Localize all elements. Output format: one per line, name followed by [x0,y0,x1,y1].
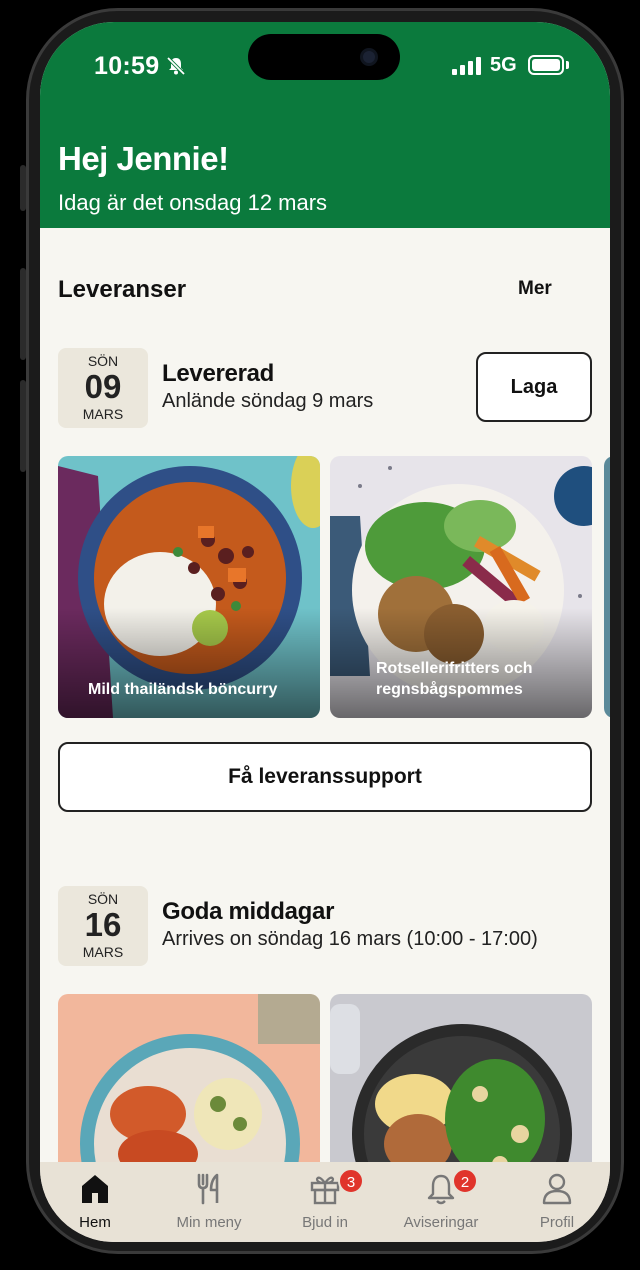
app-header: 10:59 5G Hej Jennie! Idag är det onsdag … [40,22,610,228]
dynamic-island [248,34,400,80]
today-date: Idag är det onsdag 12 mars [58,190,328,215]
meal-card-peek[interactable] [604,456,610,718]
meal-card[interactable] [330,994,592,1162]
meal-card[interactable]: Rotsellerifritters och regnsbågspommes [330,456,592,718]
tab-profile[interactable]: Profil [502,1162,610,1242]
status-time: 10:59 [94,52,160,80]
meal-image [58,994,320,1162]
cutlery-icon [197,1173,219,1205]
tab-home[interactable]: Hem [40,1162,150,1242]
gift-icon [310,1176,340,1205]
delivery-status: Levererad [162,360,275,387]
bottom-tab-bar: Hem Min meny 3 Bjud in 2 Aviseringar Pro… [40,1162,610,1242]
meal-title: Rotsellerifritters och regnsbågspommes [376,660,533,698]
meal-image [330,994,592,1162]
delivery-status: Goda middagar [162,898,335,925]
tab-invite[interactable]: 3 Bjud in [270,1162,380,1242]
home-icon [82,1175,108,1203]
signal-icon [452,57,481,75]
delivery-date-badge: SÖN 16 MARS [58,886,148,966]
meal-title: Mild thailändsk böncurry [88,681,278,698]
person-icon [542,1173,572,1205]
delivery-subtitle: Anlände söndag 9 mars [162,390,374,412]
meal-card[interactable] [58,994,320,1162]
more-link[interactable]: Mer [518,278,552,300]
delivery-date-badge: SÖN 09 MARS [58,348,148,428]
invite-badge: 3 [338,1168,364,1194]
deliveries-section: Leveranser Mer SÖN 09 MARS Levererad Anl… [40,228,610,1162]
network-label: 5G [490,54,517,76]
tab-my-menu[interactable]: Min meny [154,1162,264,1242]
section-title: Leveranser [58,276,187,303]
delivery-support-button[interactable]: Få leveranssupport [58,742,592,812]
battery-icon [528,55,564,75]
cook-button[interactable]: Laga [476,352,592,422]
camera-icon [360,48,378,66]
delivery-subtitle: Arrives on söndag 16 mars (10:00 - 17:00… [162,928,538,950]
silent-bell-icon [166,56,186,76]
greeting-title: Hej Jennie! [58,140,229,177]
meal-card[interactable]: Mild thailändsk böncurry [58,456,320,718]
notifications-badge: 2 [452,1168,478,1194]
app-screen: 10:59 5G Hej Jennie! Idag är det onsdag … [40,22,610,1242]
tab-notifications[interactable]: 2 Aviseringar [386,1162,496,1242]
